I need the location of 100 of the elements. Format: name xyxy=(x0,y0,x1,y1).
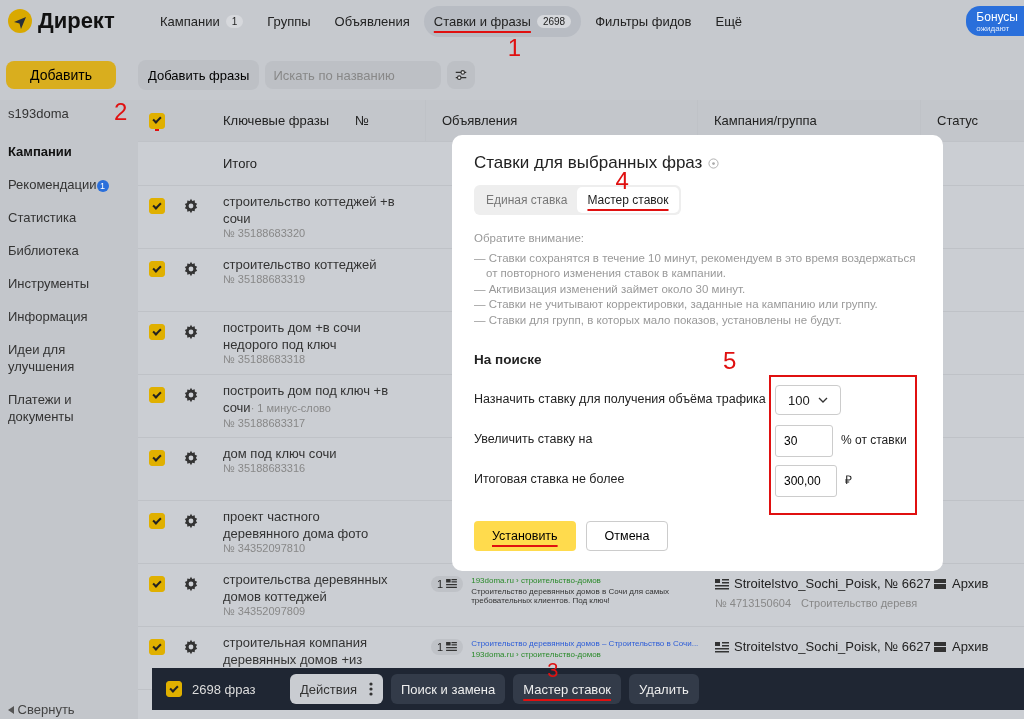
keyword-phrase[interactable]: построить дом +в сочи недорого под ключ xyxy=(223,319,398,353)
keyword-phrase[interactable]: строительство коттеджей xyxy=(223,256,398,273)
list-icon xyxy=(715,577,729,590)
sidebar-item[interactable]: Библиотека xyxy=(8,239,113,272)
total-label: Итого xyxy=(223,156,258,171)
action-button[interactable]: Поиск и замена xyxy=(390,674,506,704)
list-icon xyxy=(446,579,458,588)
field-label: Назначить ставку для получения объёма трафика xyxy=(474,391,767,408)
phrase-id: № 35188683316 xyxy=(223,462,306,474)
gear-icon[interactable] xyxy=(183,576,199,592)
column-header[interactable]: Объявления xyxy=(442,113,518,128)
dialog-tab[interactable]: Единая ставка xyxy=(476,187,578,213)
unit-label: ₽ xyxy=(845,472,852,489)
nav-tab[interactable]: Ещё xyxy=(705,5,753,37)
checkbox[interactable] xyxy=(148,261,165,277)
column-header[interactable]: Ключевые фразы xyxy=(223,113,330,128)
field-label: Увеличить ставку на xyxy=(474,431,594,448)
keyword-phrase[interactable]: проект частного деревянного дома фото xyxy=(223,508,398,542)
keyword-phrase[interactable]: дом под ключ сочи xyxy=(223,445,398,462)
column-header[interactable]: Статус xyxy=(937,113,979,128)
list-icon xyxy=(446,642,458,651)
checkbox[interactable] xyxy=(148,112,165,129)
checkbox[interactable] xyxy=(148,324,165,340)
apply-button[interactable]: Установить xyxy=(474,521,576,551)
column-header[interactable]: Кампания/группа xyxy=(714,113,817,128)
ad-count: 1 xyxy=(431,639,464,655)
keyword-phrase[interactable]: строительство коттеджей +в сочи xyxy=(223,193,398,227)
gear-icon[interactable] xyxy=(183,261,199,277)
logo-text: Директ xyxy=(38,8,115,34)
ad-count: 1 xyxy=(431,576,464,592)
sidebar-item[interactable]: Информация xyxy=(8,305,113,338)
nav-tab[interactable]: Кампании 1 xyxy=(150,5,254,37)
checkbox[interactable] xyxy=(148,576,165,592)
sliders-icon xyxy=(454,68,469,82)
cancel-button[interactable]: Отмена xyxy=(585,521,669,551)
checkbox[interactable] xyxy=(148,639,165,655)
keyword-phrase[interactable]: строительства деревянных домов коттеджей xyxy=(223,571,398,605)
gear-icon[interactable] xyxy=(183,324,199,340)
keyword-phrase[interactable]: построить дом под ключ +в сочи· 1 минус-слово xyxy=(223,382,398,417)
selection-count: 2698 фраз xyxy=(192,681,257,697)
search-field[interactable]: Искать по названию xyxy=(265,61,442,89)
campaign-id: № 4713150604 xyxy=(715,597,792,609)
ad-domain: 193doma.ru › строительство-домов xyxy=(471,576,602,585)
nav-tab[interactable]: Ставки и фразы 2698 xyxy=(423,5,582,37)
triangle-left-icon xyxy=(8,706,14,714)
ad-title-link[interactable]: Строительство деревянных домов – Строительство в Сочи... xyxy=(471,639,699,648)
add-phrases-button[interactable]: Добавить фразы xyxy=(138,60,260,90)
notice-text: — Ставки не учитывают корректировки, заданные на кампанию или группу. xyxy=(474,297,879,312)
phrase-id: № 34352097809 xyxy=(223,605,306,617)
bonus-button[interactable]: Бонусы ожидают xyxy=(966,6,1024,36)
filter-button[interactable] xyxy=(447,61,476,89)
status-text: Архив xyxy=(952,576,989,591)
action-button[interactable]: Удалить xyxy=(629,674,699,704)
gear-icon[interactable] xyxy=(183,450,199,466)
phrase-id: № 35188683318 xyxy=(223,353,306,365)
collapse-link[interactable]: Свернуть xyxy=(8,702,138,717)
nav-tab[interactable]: Группы xyxy=(257,5,321,37)
annotation-number: 5 xyxy=(723,349,737,373)
gear-icon[interactable] xyxy=(183,513,199,529)
column-header[interactable]: № xyxy=(355,113,369,128)
annotation-number: 2 xyxy=(114,100,128,124)
checkbox[interactable] xyxy=(148,387,165,403)
sidebar-item[interactable]: Статистика xyxy=(8,206,113,239)
chevron-down-icon xyxy=(817,397,828,403)
checkbox[interactable] xyxy=(148,513,165,529)
field-label: Итоговая ставка не более xyxy=(474,471,626,488)
nav-tab[interactable]: Фильтры фидов xyxy=(585,5,702,37)
archive-icon xyxy=(934,641,946,652)
sidebar-item[interactable]: Идеи для улучшения xyxy=(8,338,113,388)
phrase-id: № 35188683320 xyxy=(223,227,306,239)
add-button[interactable]: Добавить xyxy=(6,61,116,89)
gear-icon[interactable] xyxy=(183,198,199,214)
sidebar-item[interactable]: Рекомендации 1 xyxy=(8,173,113,206)
ad-text: Строительство деревянных домов в Сочи для самых требовательных клиентов. Под ключ! xyxy=(471,587,670,605)
checkbox[interactable] xyxy=(148,450,165,466)
phrase-id: № 35188683317 xyxy=(223,417,306,429)
phrase-id: № 35188683319 xyxy=(223,273,306,285)
nav-tab[interactable]: Объявления xyxy=(324,5,420,37)
sidebar-item[interactable]: Инструменты xyxy=(8,272,113,305)
annotation-number: 1 xyxy=(507,35,522,60)
input-field[interactable]: 30 xyxy=(775,425,833,457)
campaign-name[interactable]: Stroitelstvo_Sochi_Poisk, № 6627 xyxy=(734,639,931,654)
unit-label: % от ставки xyxy=(841,432,907,449)
notice-title: Обратите внимание: xyxy=(474,231,586,246)
gear-icon[interactable] xyxy=(183,387,199,403)
notice-text: — Ставки сохранятся в течение 10 минут, рекомендуем в это время воздержаться от повторного изменения ставок в кампании. xyxy=(474,250,917,281)
gear-icon[interactable] xyxy=(183,639,199,655)
checkbox[interactable] xyxy=(148,198,165,214)
list-icon xyxy=(715,640,729,653)
campaign-name[interactable]: Stroitelstvo_Sochi_Poisk, № 6627 xyxy=(734,576,931,591)
sidebar-item[interactable]: Кампании xyxy=(8,140,113,173)
more-icon[interactable] xyxy=(368,682,373,696)
action-button[interactable]: Действия xyxy=(290,674,383,704)
sidebar-item[interactable]: Платежи и документы xyxy=(8,388,113,438)
keyword-phrase[interactable]: строительная компания деревянных домов +из xyxy=(223,634,398,668)
checkbox[interactable] xyxy=(166,681,182,697)
traffic-select[interactable]: 100 xyxy=(775,385,841,415)
input-field[interactable]: 300,00 xyxy=(775,465,837,497)
section-title: На поиске xyxy=(474,352,542,367)
notice-text: — Ставки для групп, в которых мало показов, установлены не будут. xyxy=(474,312,843,328)
